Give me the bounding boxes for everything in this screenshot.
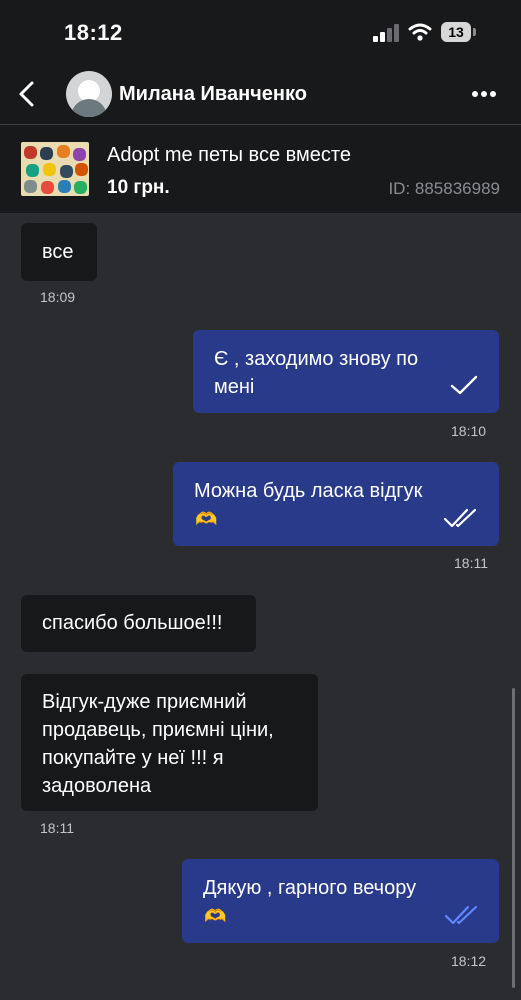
message-text: спасибо большое!!! bbox=[42, 612, 223, 634]
message-text: все bbox=[42, 241, 74, 263]
listing-title: Adopt me петы все вместе bbox=[107, 144, 351, 166]
listing-price: 10 грн. bbox=[107, 177, 170, 198]
delivered-double-check-icon bbox=[443, 508, 477, 528]
status-bar: 18:12 13 bbox=[0, 0, 521, 64]
incoming-message[interactable]: спасибо большое!!! bbox=[21, 595, 256, 652]
message-time: 18:09 bbox=[40, 289, 76, 305]
message-time: 18:11 bbox=[40, 820, 74, 836]
battery-icon: 13 bbox=[441, 22, 477, 42]
chat-header: Милана Иванченко bbox=[0, 64, 521, 125]
message-text: Є , заходимо знову по мені bbox=[214, 348, 419, 398]
incoming-message[interactable]: Відгук-дуже приємний продавець, приємні … bbox=[21, 674, 318, 811]
status-time: 18:12 bbox=[64, 20, 123, 45]
avatar[interactable] bbox=[66, 71, 112, 117]
listing-thumbnail bbox=[21, 142, 89, 196]
battery-level: 13 bbox=[441, 22, 471, 42]
message-text: Можна будь ласка відгук bbox=[194, 480, 423, 502]
contact-name[interactable]: Милана Иванченко bbox=[119, 83, 307, 106]
scrollbar[interactable] bbox=[512, 688, 515, 988]
listing-id: ID: 885836989 bbox=[388, 179, 500, 198]
message-time: 18:12 bbox=[451, 953, 487, 969]
incoming-message[interactable]: все bbox=[21, 223, 97, 281]
message-text: Дякую , гарного вечору bbox=[203, 877, 417, 899]
heart-hands-emoji: 🫶 bbox=[204, 906, 227, 926]
more-dots-icon[interactable] bbox=[468, 84, 500, 104]
message-text: Відгук-дуже приємний продавець, приємні … bbox=[42, 691, 274, 797]
outgoing-message[interactable]: Є , заходимо знову по мені bbox=[193, 330, 499, 413]
wifi-icon bbox=[408, 23, 432, 41]
message-time: 18:11 bbox=[454, 555, 488, 571]
message-time: 18:10 bbox=[451, 423, 487, 439]
read-double-check-icon bbox=[444, 905, 478, 925]
heart-hands-emoji: 🫶 bbox=[195, 509, 218, 529]
back-chevron-icon[interactable] bbox=[14, 78, 42, 110]
signal-icon bbox=[373, 24, 401, 42]
outgoing-message[interactable]: Можна будь ласка відгук 🫶 bbox=[173, 462, 499, 546]
sent-check-icon bbox=[450, 375, 478, 395]
listing-card[interactable]: Adopt me петы все вместе 10 грн. ID: 885… bbox=[0, 125, 521, 214]
outgoing-message[interactable]: Дякую , гарного вечору 🫶 bbox=[182, 859, 499, 943]
